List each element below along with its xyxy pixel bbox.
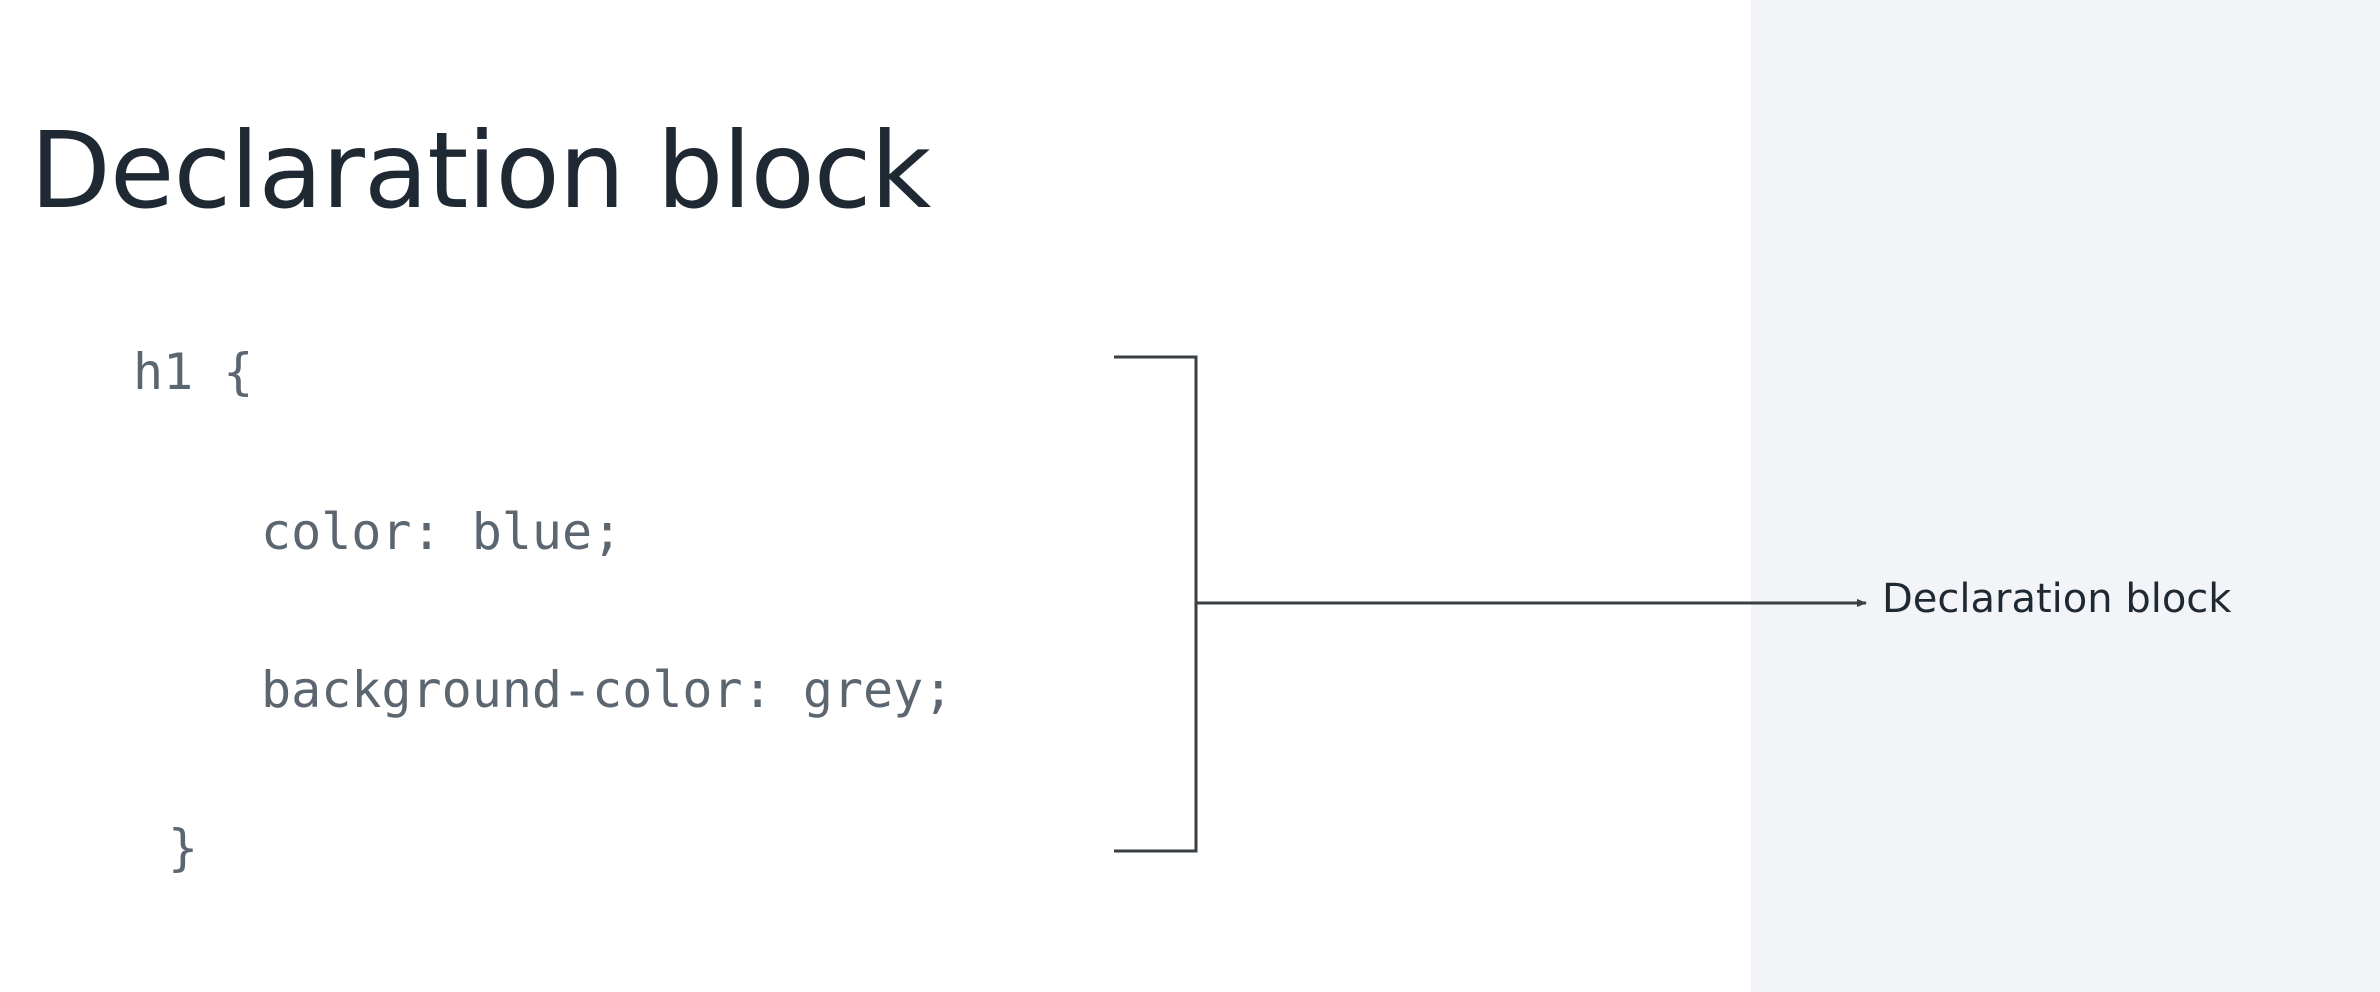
bracket-shape — [1114, 355, 1198, 853]
bracket-callout — [1114, 355, 1867, 853]
slide: Declaration block h1 { color: blue; back… — [0, 0, 2380, 992]
callout-label: Declaration block — [1882, 576, 2232, 622]
